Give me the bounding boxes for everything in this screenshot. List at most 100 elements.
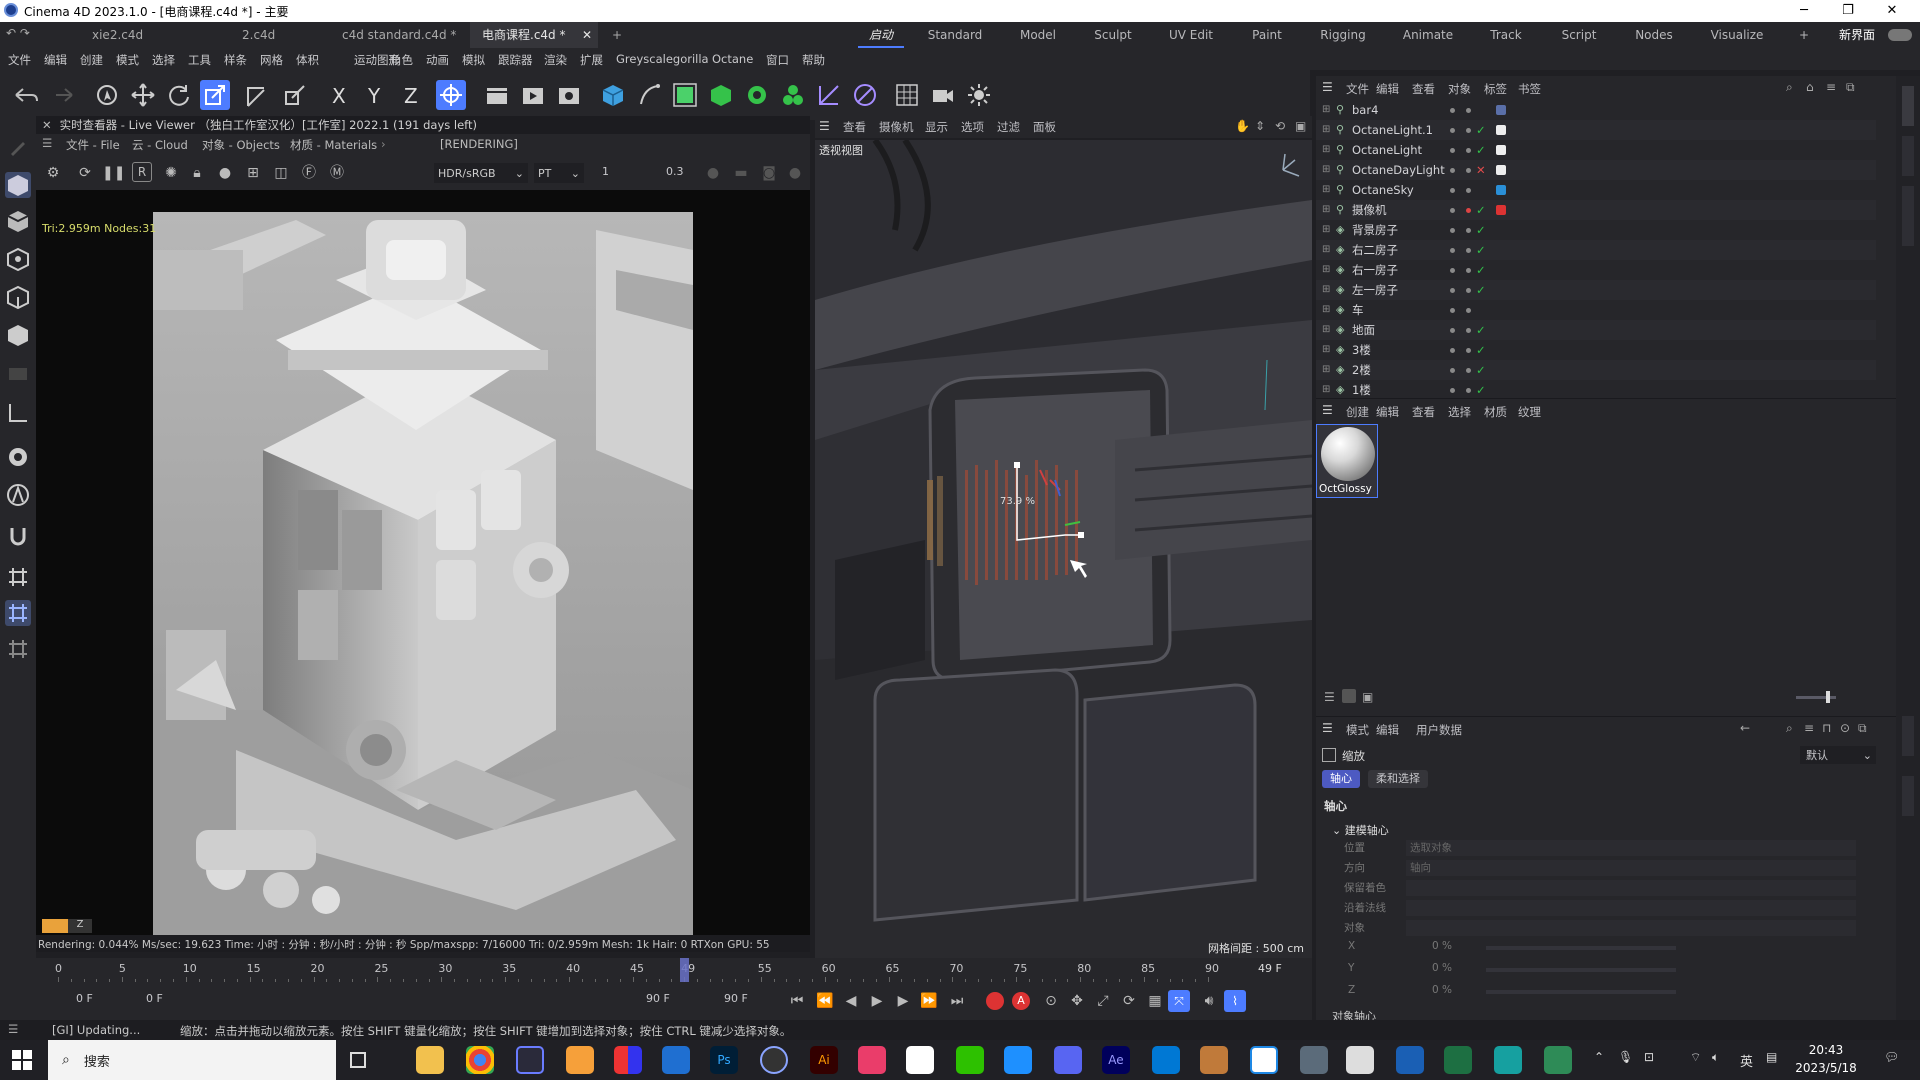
move-tool-icon[interactable] (130, 82, 156, 108)
menu-item-19[interactable]: 帮助 (802, 52, 825, 68)
focus-picker-icon[interactable]: ✺ (160, 162, 182, 184)
render-visibility-dot[interactable] (1466, 168, 1471, 173)
editor-visibility-dot[interactable] (1450, 148, 1455, 153)
render-visibility-dot[interactable] (1466, 108, 1471, 113)
viewport-menu-options[interactable]: 选项 (961, 119, 984, 135)
guide-icon[interactable] (5, 636, 31, 662)
magnet-icon[interactable] (5, 524, 31, 550)
object-row[interactable]: ⊞ ◈ 右一房子 ✓ (1316, 260, 1876, 280)
layout-animate[interactable]: Animate (1392, 22, 1464, 48)
render-picture-viewer-icon[interactable] (520, 82, 546, 108)
menu-item-12[interactable]: 模拟 (462, 52, 485, 68)
object-row[interactable]: ⊞ ◈ 右二房子 ✓ (1316, 240, 1876, 260)
lv-menu-cloud[interactable]: 云 - Cloud (132, 137, 188, 153)
render-visibility-dot[interactable] (1466, 128, 1471, 133)
colorspace-select[interactable]: HDR/sRGB ⌄ (434, 163, 528, 183)
motion-icon[interactable]: Ⓜ (326, 162, 348, 184)
editor-visibility-dot[interactable] (1450, 268, 1455, 273)
object-tag-icon[interactable] (1496, 205, 1506, 215)
undo-history-icon[interactable]: ↶ ↷ (6, 26, 30, 40)
tab-pivot[interactable]: 轴心 (1322, 770, 1360, 788)
deformer-icon[interactable] (816, 82, 842, 108)
points-mode-icon[interactable] (5, 246, 31, 272)
focus-icon[interactable]: Ⓕ (298, 162, 320, 184)
object-row[interactable]: ⊞ ⚲ OctaneDayLight ✕ (1316, 160, 1876, 180)
option-icon-3[interactable]: ● (784, 162, 806, 184)
excel-icon[interactable] (1444, 1046, 1472, 1074)
menu-item-7[interactable]: 网格 (260, 52, 283, 68)
mm-menu-texture[interactable]: 纹理 (1518, 404, 1541, 420)
lock-icon[interactable]: 🔒︎ (186, 162, 208, 184)
network-icon[interactable]: ⌔ (1690, 1050, 1701, 1065)
home-icon[interactable]: ⌂ (1806, 80, 1814, 94)
object-row[interactable]: ⊞ ◈ 1楼 ✓ (1316, 380, 1876, 398)
kernel-select[interactable]: PT ⌄ (534, 163, 584, 183)
preview-end-field[interactable]: 90 F (646, 992, 670, 1005)
previous-frame-icon[interactable]: ◀ (840, 990, 862, 1012)
new-window-icon[interactable]: ⧉ (1846, 80, 1855, 95)
editor-visibility-dot[interactable] (1450, 108, 1455, 113)
expand-icon[interactable]: ⊞ (1322, 120, 1330, 140)
toggle-switch[interactable] (1888, 29, 1912, 41)
object-tag-icon[interactable] (1496, 145, 1506, 155)
menu-item-0[interactable]: 文件 (8, 52, 31, 68)
task-view-icon[interactable] (350, 1052, 366, 1068)
illustrator-icon[interactable]: Ai (810, 1046, 838, 1074)
clock-date[interactable]: 2023/5/18 (1790, 1061, 1862, 1075)
menu-item-14[interactable]: 渲染 (544, 52, 567, 68)
enabled-check-icon[interactable]: ✓ (1476, 200, 1486, 220)
render-visibility-dot[interactable] (1466, 388, 1471, 393)
back-arrow-icon[interactable]: ← (1740, 721, 1750, 735)
go-to-end-icon[interactable]: ⏭ (946, 990, 968, 1012)
expand-icon[interactable]: ⊞ (1322, 340, 1330, 360)
om-menu-file[interactable]: 文件 (1346, 81, 1369, 97)
layout-script[interactable]: Script (1552, 22, 1606, 48)
enabled-check-icon[interactable]: ✕ (1476, 160, 1486, 180)
object-row[interactable]: ⊞ ⚲ 摄像机 ✓ (1316, 200, 1876, 220)
viewport-menu-view[interactable]: 查看 (843, 119, 866, 135)
render-visibility-dot[interactable] (1466, 208, 1471, 213)
app-icon-16[interactable] (1152, 1046, 1180, 1074)
chevron-right-icon[interactable]: › (381, 137, 386, 151)
side-tab-4[interactable] (1902, 716, 1914, 756)
render-settings-icon[interactable] (556, 82, 582, 108)
menu-item-17[interactable]: Octane (712, 52, 753, 66)
menu-item-16[interactable]: Greyscalegorilla (616, 52, 709, 66)
rotation-key-icon[interactable]: ⟳ (1118, 990, 1140, 1012)
mm-menu-select[interactable]: 选择 (1448, 404, 1471, 420)
render-visibility-dot[interactable] (1466, 348, 1471, 353)
placement-tool-icon[interactable] (282, 82, 308, 108)
expand-icon[interactable]: ⊞ (1322, 140, 1330, 160)
app-icon-10[interactable] (858, 1046, 886, 1074)
side-tab-2[interactable] (1902, 136, 1914, 176)
tray-chevron-up-icon[interactable]: ⌃ (1594, 1050, 1604, 1064)
editor-visibility-dot[interactable] (1450, 368, 1455, 373)
doc-tab-xie2[interactable]: xie2.c4d (80, 22, 230, 48)
menu-item-10[interactable]: 角色 (390, 52, 413, 68)
rotate-tool-icon[interactable] (166, 82, 192, 108)
doc-tab-current[interactable]: 电商课程.c4d * ✕ (470, 22, 598, 48)
paint-brush-icon[interactable] (5, 134, 31, 160)
mm-menu-material[interactable]: 材质 (1484, 404, 1507, 420)
object-row[interactable]: ⊞ ◈ 背景房子 ✓ (1316, 220, 1876, 240)
close-tab-icon[interactable]: ✕ (582, 22, 592, 48)
expand-icon[interactable]: ⊞ (1322, 240, 1330, 260)
keyboard-layout-icon[interactable]: ▤ (1766, 1050, 1777, 1064)
app-icon-19[interactable] (1300, 1046, 1328, 1074)
editor-visibility-dot[interactable] (1450, 308, 1455, 313)
camera-icon[interactable] (930, 82, 956, 108)
add-region-icon[interactable]: ⊞ (242, 162, 264, 184)
tweak-mode-icon[interactable] (5, 444, 31, 470)
viewport-menu-icon[interactable]: ☰ (819, 119, 830, 133)
render-visibility-dot[interactable] (1466, 248, 1471, 253)
uv-mode-icon[interactable] (5, 360, 31, 386)
editor-visibility-dot[interactable] (1450, 348, 1455, 353)
new-window-icon[interactable]: ⧉ (1858, 721, 1867, 736)
menu-item-5[interactable]: 工具 (188, 52, 211, 68)
editor-visibility-dot[interactable] (1450, 228, 1455, 233)
am-menu-mode[interactable]: 模式 (1346, 722, 1369, 738)
hamburger-menu-icon[interactable]: ☰ (42, 136, 52, 150)
editor-visibility-dot[interactable] (1450, 288, 1455, 293)
mm-menu-view[interactable]: 查看 (1412, 404, 1435, 420)
object-tag-icon[interactable] (1496, 105, 1506, 115)
